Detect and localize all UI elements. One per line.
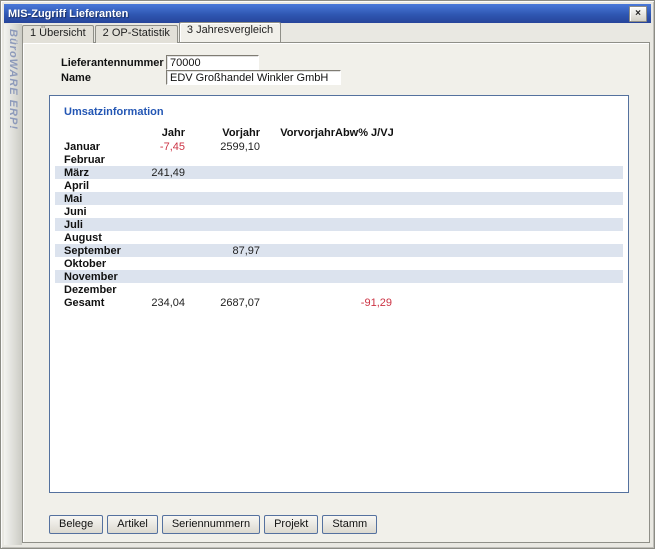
- table-row: Juni: [55, 205, 623, 218]
- cell-jahr: 234,04: [150, 297, 185, 309]
- row-label: November: [64, 271, 150, 283]
- tab-2[interactable]: 2 OP-Statistik: [95, 25, 178, 43]
- button-artikel[interactable]: Artikel: [107, 515, 158, 534]
- button-stamm[interactable]: Stamm: [322, 515, 377, 534]
- tab-3[interactable]: 3 Jahresvergleich: [179, 22, 281, 42]
- row-label: Mai: [64, 193, 150, 205]
- table-row: April: [55, 179, 623, 192]
- column-header-3: Vorvorjahr: [260, 127, 335, 139]
- table-row: Februar: [55, 153, 623, 166]
- column-header-1: Jahr: [150, 127, 185, 139]
- close-icon: ×: [635, 9, 641, 19]
- umsatz-panel-title: Umsatzinformation: [64, 106, 164, 118]
- row-label: April: [64, 180, 150, 192]
- row-label: September: [64, 245, 150, 257]
- table-row: Dezember: [55, 283, 623, 296]
- column-header-4: Abw% J/VJ: [335, 127, 392, 139]
- row-label: Juni: [64, 206, 150, 218]
- table-body: Januar-7,452599,10FebruarMärz241,49April…: [55, 140, 623, 309]
- table-row: Juli: [55, 218, 623, 231]
- row-label: März: [64, 167, 150, 179]
- brand-text: BüroWARE ERP!: [7, 29, 19, 130]
- cell-jahr: 241,49: [150, 167, 185, 179]
- tab-1[interactable]: 1 Übersicht: [22, 25, 94, 43]
- cell-abw: -91,29: [335, 297, 392, 309]
- cell-vorjahr: 2599,10: [185, 141, 260, 153]
- table-row: Oktober: [55, 257, 623, 270]
- app-window: MIS-Zugriff Lieferanten × BüroWARE ERP! …: [0, 0, 655, 549]
- table-row: Januar-7,452599,10: [55, 140, 623, 153]
- brand-strip: BüroWARE ERP!: [4, 24, 22, 545]
- column-header-2: Vorjahr: [185, 127, 260, 139]
- action-button-bar: BelegeArtikelSeriennummernProjektStamm: [49, 515, 377, 534]
- table-row: November: [55, 270, 623, 283]
- umsatz-panel: Umsatzinformation JahrVorjahrVorvorjahrA…: [49, 95, 629, 493]
- cell-vorjahr: 2687,07: [185, 297, 260, 309]
- table-row: Mai: [55, 192, 623, 205]
- button-projekt[interactable]: Projekt: [264, 515, 318, 534]
- row-label: August: [64, 232, 150, 244]
- row-label: Oktober: [64, 258, 150, 270]
- cell-jahr: -7,45: [150, 141, 185, 153]
- table-row: September 87,97: [55, 244, 623, 257]
- close-button[interactable]: ×: [629, 6, 647, 22]
- cell-vorjahr: 87,97: [185, 245, 260, 257]
- table-header-row: JahrVorjahrVorvorjahrAbw% J/VJ: [55, 126, 623, 139]
- row-label: Dezember: [64, 284, 150, 296]
- row-label: Gesamt: [64, 297, 150, 309]
- table-row: Gesamt234,042687,07 -91,29: [55, 296, 623, 309]
- tab-bar: 1 Übersicht2 OP-Statistik3 Jahresverglei…: [22, 25, 282, 42]
- button-seriennummern[interactable]: Seriennummern: [162, 515, 260, 534]
- row-label: Februar: [64, 154, 150, 166]
- titlebar[interactable]: MIS-Zugriff Lieferanten ×: [4, 4, 651, 23]
- tab-page-jahresvergleich: Lieferantennummer Name Umsatzinformation…: [22, 42, 650, 543]
- lieferantennummer-label: Lieferantennummer: [61, 56, 164, 71]
- window-title: MIS-Zugriff Lieferanten: [8, 8, 629, 20]
- row-label: Juli: [64, 219, 150, 231]
- name-input[interactable]: [166, 70, 341, 85]
- button-belege[interactable]: Belege: [49, 515, 103, 534]
- name-label: Name: [61, 71, 91, 86]
- table-row: August: [55, 231, 623, 244]
- table-row: März241,49: [55, 166, 623, 179]
- lieferantennummer-input[interactable]: [166, 55, 259, 70]
- row-label: Januar: [64, 141, 150, 153]
